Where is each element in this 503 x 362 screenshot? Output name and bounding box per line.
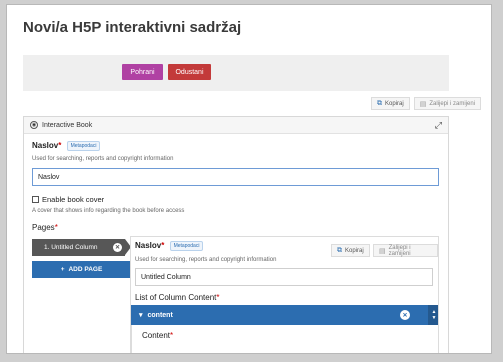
chapter-title: 1. Untitled Column	[44, 244, 98, 251]
reorder-controls[interactable]: ▲ ▼	[428, 305, 438, 325]
chapter-title-description: Used for searching, reports and copyrigh…	[135, 257, 277, 263]
action-bar: Pohrani Odustani	[23, 55, 449, 91]
editor-header: ◉ Interactive Book ⤢	[24, 117, 448, 134]
book-cover-description: A cover that shows info regarding the bo…	[32, 208, 185, 214]
save-button[interactable]: Pohrani	[122, 64, 163, 80]
paste-icon: ▤	[379, 247, 386, 255]
paste-icon: ▤	[419, 100, 427, 108]
content-field-label: Content*	[142, 331, 174, 340]
h5p-logo-icon: ◉	[30, 121, 38, 129]
chapter-title-input[interactable]: Untitled Column	[135, 268, 433, 286]
chapter-title-label: Naslov* Metapodaci	[135, 241, 204, 251]
paste-button[interactable]: ▤ Zalijepi i zamijeni	[413, 97, 481, 110]
checkbox-box[interactable]	[32, 196, 39, 203]
title-input[interactable]: Naslov	[32, 168, 439, 186]
expand-icon[interactable]: ⤢	[435, 120, 442, 131]
content-group-body: Content*	[131, 325, 438, 353]
metadata-button[interactable]: Metapodaci	[66, 141, 101, 151]
copy-label: Kopiraj	[385, 100, 404, 107]
h5p-editor: ◉ Interactive Book ⤢ Naslov* Metapodaci …	[23, 116, 449, 353]
column-content-label: List of Column Content*	[135, 293, 220, 302]
copy-icon: ⧉	[337, 246, 342, 254]
add-page-label: ADD PAGE	[68, 266, 103, 273]
chapter-tab[interactable]: 1. Untitled Column ✕	[32, 239, 125, 256]
title-field-label: Naslov* Metapodaci	[32, 141, 101, 151]
content-group-header[interactable]: ▾ content ✕	[131, 305, 428, 325]
close-icon[interactable]: ✕	[113, 243, 122, 252]
chapter-panel: Naslov* Metapodaci ⧉ Kopiraj ▤ Zalijepi …	[130, 236, 439, 353]
chapter-paste-label: Zalijepi i zamijeni	[388, 244, 411, 257]
copy-icon: ⧉	[377, 99, 382, 107]
content-group-label: content	[147, 311, 173, 319]
chapter-paste-button[interactable]: ▤ Zalijepi i zamijeni	[373, 244, 438, 257]
copy-paste-toolbar: ⧉ Kopiraj ▤ Zalijepi i zamijeni	[371, 97, 481, 110]
paste-label: Zalijepi i zamijeni	[429, 100, 475, 107]
chapter-copy-button[interactable]: ⧉ Kopiraj	[331, 244, 370, 257]
title-field-description: Used for searching, reports and copyrigh…	[32, 156, 174, 162]
editor-type-label: Interactive Book	[42, 121, 93, 129]
cancel-button[interactable]: Odustani	[168, 64, 211, 80]
copy-button[interactable]: ⧉ Kopiraj	[371, 97, 410, 110]
remove-group-icon[interactable]: ✕	[400, 310, 410, 320]
book-cover-checkbox[interactable]: Enable book cover	[32, 195, 104, 204]
chevron-down-small-icon[interactable]: ▼	[432, 315, 437, 321]
add-page-button[interactable]: + ADD PAGE	[32, 261, 131, 278]
chevron-down-icon[interactable]: ▾	[139, 311, 143, 319]
pages-label: Pages*	[32, 223, 58, 232]
chapter-copy-label: Kopiraj	[345, 247, 364, 254]
page-title: Novi/a H5P interaktivni sadržaj	[23, 19, 242, 36]
app-frame: Novi/a H5P interaktivni sadržaj Pohrani …	[7, 5, 491, 353]
book-cover-label: Enable book cover	[42, 195, 105, 204]
chapter-metadata-button[interactable]: Metapodaci	[169, 241, 204, 251]
plus-icon: +	[60, 266, 65, 273]
